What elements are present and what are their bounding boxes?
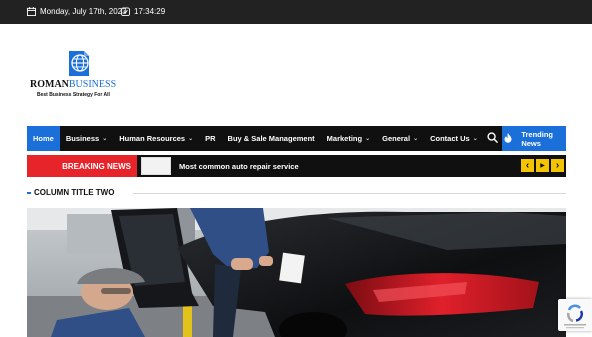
logo-tagline: Best Business Strategy For All [37, 92, 110, 98]
chevron-down-icon: ⌄ [413, 136, 419, 142]
trending-news-button[interactable]: Trending News [515, 126, 567, 151]
feature-image[interactable] [27, 208, 566, 337]
search-button[interactable] [484, 126, 502, 151]
recaptcha-icon [558, 304, 592, 335]
nav-item-marketing[interactable]: Marketing ⌄ [321, 126, 376, 151]
chevron-down-icon: ⌄ [365, 136, 371, 142]
flame-icon [504, 130, 512, 148]
top-bar: Monday, July 17th, 2023 17:34:29 [0, 0, 592, 24]
main-nav: Home Business ⌄ Human Resources ⌄ PR Buy &… [27, 126, 567, 151]
trending-icon-box[interactable] [501, 126, 516, 151]
nav-label: Contact Us [430, 134, 470, 143]
nav-item-human-resources[interactable]: Human Resources ⌄ [113, 126, 199, 151]
section-title-divider [133, 193, 566, 194]
nav-item-contact-us[interactable]: Contact Us ⌄ [424, 126, 484, 151]
search-icon [487, 130, 498, 148]
ticker-prev-button[interactable]: ‹ [521, 159, 534, 172]
logo-name-part1: ROMAN [30, 79, 69, 90]
ticker-play-button[interactable]: ▶ [536, 159, 549, 172]
ticker-next-button[interactable]: › [551, 159, 564, 172]
clock-icon [121, 7, 130, 16]
trending-news-label: Trending News [521, 129, 554, 148]
section-title: COLUMN TITLE TWO [34, 188, 115, 197]
breaking-news-thumbnail[interactable] [141, 157, 171, 175]
breaking-news-label: BREAKING NEWS [27, 155, 137, 177]
chevron-down-icon: ⌄ [472, 136, 478, 142]
nav-label: Business [65, 134, 100, 143]
nav-item-general[interactable]: General ⌄ [376, 126, 424, 151]
time-display: 17:34:29 [121, 7, 165, 16]
nav-label: General [382, 134, 411, 143]
time-text: 17:34:29 [134, 7, 166, 16]
recaptcha-badge[interactable] [558, 299, 592, 331]
chevron-left-icon: ‹ [525, 160, 530, 171]
site-header: ROMANBUSINESS Best Business Strategy For… [0, 24, 592, 126]
play-icon: ▶ [540, 163, 545, 169]
chevron-right-icon: › [555, 160, 560, 171]
nav-label: Buy & Sale Management [227, 134, 315, 143]
car-repair-photo [27, 208, 566, 337]
section-title-accent [27, 192, 31, 194]
logo-name-part2: BUSINESS [68, 79, 117, 90]
breaking-news-headline[interactable]: Most common auto repair service [179, 162, 299, 171]
date-display: Monday, July 17th, 2023 [27, 7, 127, 16]
nav-item-buy-sale-management[interactable]: Buy & Sale Management [222, 126, 321, 151]
nav-item-business[interactable]: Business ⌄ [60, 126, 113, 151]
nav-label: Human Resources [119, 134, 186, 143]
chevron-down-icon: ⌄ [102, 136, 108, 142]
chevron-down-icon: ⌄ [188, 136, 194, 142]
section-header: COLUMN TITLE TWO [27, 187, 566, 199]
breaking-news-bar: BREAKING NEWS Most common auto repair se… [27, 155, 566, 177]
nav-label: Marketing [326, 134, 363, 143]
calendar-icon [27, 7, 36, 16]
nav-label: Home [33, 134, 54, 143]
logo-wordmark: ROMANBUSINESS [30, 79, 116, 90]
nav-item-home[interactable]: Home [27, 126, 60, 151]
nav-label: PR [205, 134, 216, 143]
site-logo[interactable]: ROMANBUSINESS Best Business Strategy For… [30, 50, 122, 100]
nav-item-pr[interactable]: PR [199, 126, 221, 151]
date-text: Monday, July 17th, 2023 [40, 7, 127, 16]
